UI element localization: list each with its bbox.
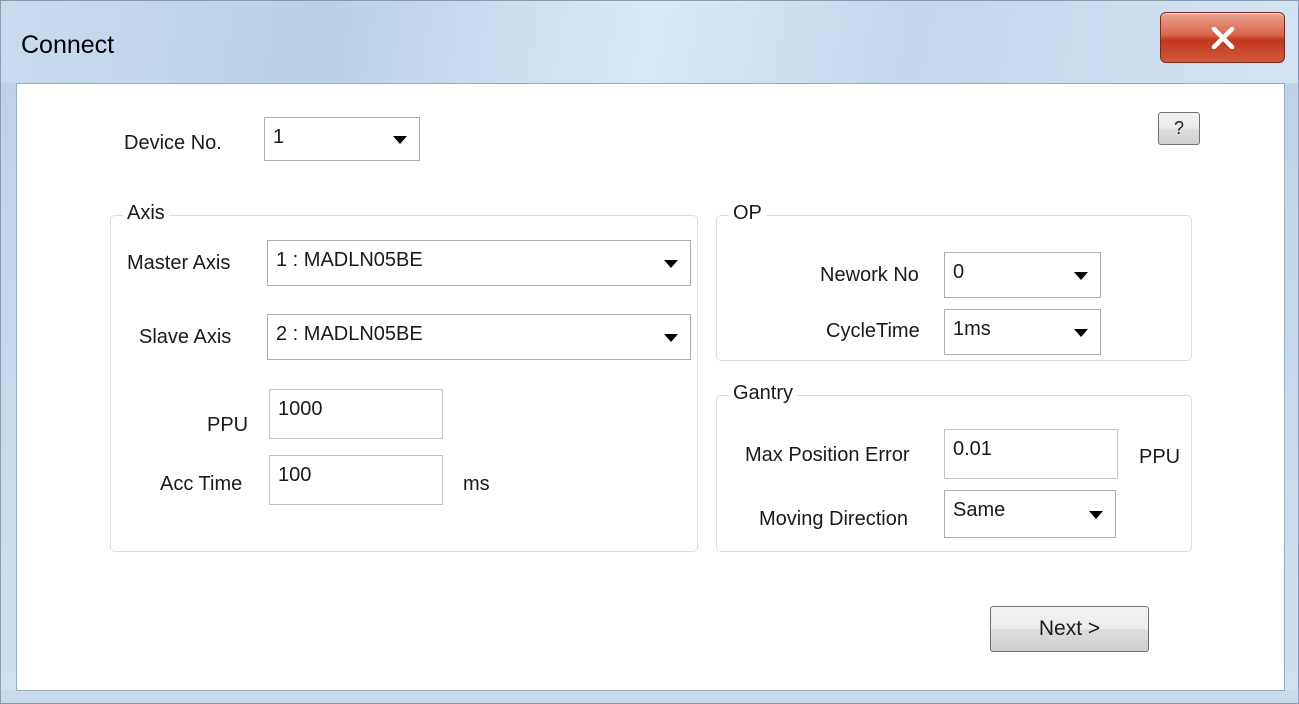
cycle-time-label: CycleTime xyxy=(826,320,920,342)
max-position-error-unit: PPU xyxy=(1139,446,1181,468)
window-title: Connect xyxy=(21,31,115,59)
max-position-error-label: Max Position Error xyxy=(745,444,910,466)
window-border-right xyxy=(1284,83,1298,703)
connect-dialog: Connect Device No. 1 ? Axis Master Axis … xyxy=(0,0,1299,704)
ppu-input[interactable]: 1000 xyxy=(269,389,443,439)
device-no-select[interactable]: 1 xyxy=(264,117,420,161)
close-button[interactable] xyxy=(1160,12,1285,63)
network-no-select[interactable]: 0 xyxy=(944,252,1101,298)
cycle-time-select[interactable]: 1ms xyxy=(944,309,1101,355)
chevron-down-icon xyxy=(393,136,407,144)
next-button[interactable]: Next > xyxy=(990,606,1149,652)
ppu-value: 1000 xyxy=(278,398,323,420)
dialog-body: Device No. 1 ? Axis Master Axis 1 : MADL… xyxy=(16,83,1285,691)
moving-direction-select[interactable]: Same xyxy=(944,490,1116,538)
acc-time-input[interactable]: 100 xyxy=(269,455,443,505)
slave-axis-value: 2 : MADLN05BE xyxy=(276,323,423,345)
chevron-down-icon xyxy=(1089,511,1103,519)
window-border-bottom xyxy=(1,690,1298,703)
chevron-down-icon xyxy=(1074,272,1088,280)
chevron-down-icon xyxy=(1074,329,1088,337)
chevron-down-icon xyxy=(664,260,678,268)
help-button[interactable]: ? xyxy=(1158,112,1200,145)
master-axis-select[interactable]: 1 : MADLN05BE xyxy=(267,240,691,286)
device-no-value: 1 xyxy=(273,126,285,148)
moving-direction-value: Same xyxy=(953,499,1006,521)
slave-axis-label: Slave Axis xyxy=(139,326,232,348)
network-no-label: Nework No xyxy=(820,264,919,286)
max-position-error-value: 0.01 xyxy=(953,438,992,460)
axis-group-title: Axis xyxy=(123,202,169,225)
chevron-down-icon xyxy=(664,334,678,342)
gantry-group-title: Gantry xyxy=(729,382,798,405)
master-axis-value: 1 : MADLN05BE xyxy=(276,249,423,271)
master-axis-label: Master Axis xyxy=(127,252,231,274)
op-group-title: OP xyxy=(729,202,766,225)
acc-time-value: 100 xyxy=(278,464,312,486)
max-position-error-input[interactable]: 0.01 xyxy=(944,429,1118,479)
title-bar[interactable]: Connect xyxy=(1,1,1298,83)
moving-direction-label: Moving Direction xyxy=(759,508,908,530)
close-icon xyxy=(1211,26,1234,49)
network-no-value: 0 xyxy=(953,261,965,283)
ppu-label: PPU xyxy=(207,414,249,436)
device-no-label: Device No. xyxy=(124,132,222,154)
cycle-time-value: 1ms xyxy=(953,318,991,340)
acc-time-unit: ms xyxy=(463,473,490,495)
window-border-left xyxy=(1,83,16,703)
slave-axis-select[interactable]: 2 : MADLN05BE xyxy=(267,314,691,360)
acc-time-label: Acc Time xyxy=(160,473,243,495)
